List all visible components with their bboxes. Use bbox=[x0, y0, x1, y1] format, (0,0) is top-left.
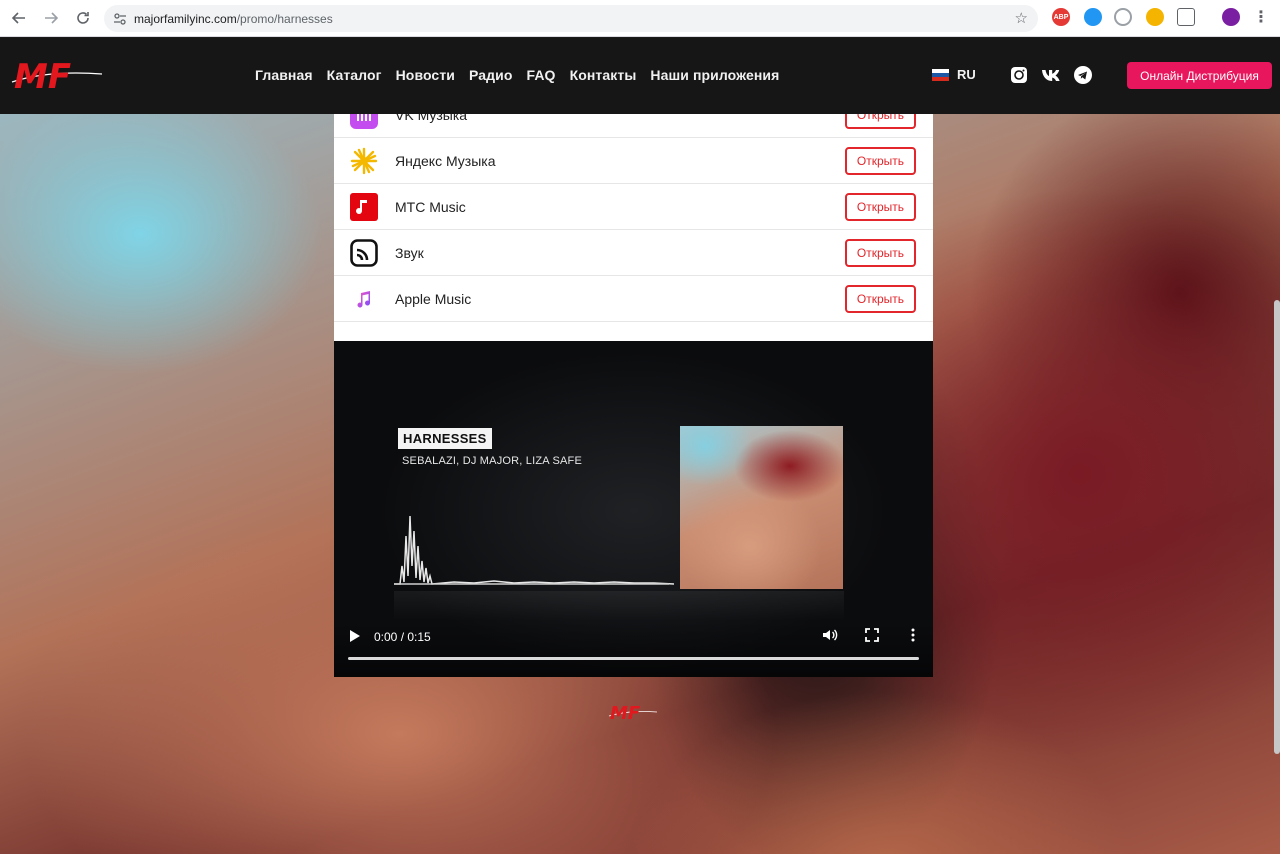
url-text[interactable]: majorfamilyinc.com/promo/harnesses bbox=[134, 12, 333, 26]
nav-apps[interactable]: Наши приложения bbox=[650, 67, 779, 83]
profile-avatar[interactable] bbox=[1222, 8, 1240, 26]
service-name: Звук bbox=[395, 245, 424, 261]
service-name: Яндекс Музыка bbox=[395, 153, 496, 169]
reflection bbox=[394, 591, 844, 621]
video-time: 0:00 / 0:15 bbox=[374, 630, 431, 644]
list-item: МТС Music Открыть bbox=[334, 184, 933, 230]
list-item: Звук Открыть bbox=[334, 230, 933, 276]
video-controls: 0:00 / 0:15 bbox=[334, 621, 933, 677]
audio-waveform bbox=[394, 515, 674, 585]
list-item: VK Музыка Открыть bbox=[334, 114, 933, 138]
zvuk-icon bbox=[350, 239, 378, 267]
vk-music-icon bbox=[350, 114, 378, 129]
vk-icon[interactable] bbox=[1041, 66, 1063, 84]
arrow-right-icon bbox=[45, 12, 58, 24]
forward-button[interactable] bbox=[38, 5, 64, 31]
bookmark-star-icon[interactable]: ☆ bbox=[1015, 9, 1028, 27]
list-item: Apple Music Открыть bbox=[334, 276, 933, 322]
russia-flag-icon bbox=[932, 68, 949, 81]
list-item: Яндекс Музыка Открыть bbox=[334, 138, 933, 184]
adblock-extension-icon[interactable]: ABP bbox=[1052, 8, 1070, 26]
footer-logo-text: MF bbox=[610, 703, 641, 724]
notification-extension-icon[interactable] bbox=[1146, 8, 1164, 26]
browser-menu-icon[interactable]: ⋮ bbox=[1252, 8, 1270, 26]
adblock-label: ABP bbox=[1053, 13, 1069, 21]
browser-toolbar: majorfamilyinc.com/promo/harnesses ☆ ABP… bbox=[0, 0, 1280, 37]
globe-extension-icon[interactable] bbox=[1114, 8, 1132, 26]
url-domain: majorfamilyinc.com bbox=[134, 11, 237, 26]
language-label: RU bbox=[957, 67, 976, 82]
nav-radio[interactable]: Радио bbox=[469, 67, 512, 83]
extension-icon[interactable] bbox=[1084, 8, 1102, 26]
reload-icon bbox=[77, 12, 89, 24]
page-scrollbar[interactable] bbox=[1274, 300, 1280, 754]
track-artists: SEBALAZI, DJ MAJOR, LIZA SAFE bbox=[402, 455, 583, 467]
open-apple-music-button[interactable]: Открыть bbox=[845, 285, 916, 313]
service-name: Apple Music bbox=[395, 291, 472, 307]
instagram-icon[interactable] bbox=[1010, 66, 1028, 84]
reload-button[interactable] bbox=[70, 5, 96, 31]
open-mts-music-button[interactable]: Открыть bbox=[845, 193, 916, 221]
url-path: /promo/harnesses bbox=[236, 11, 333, 26]
language-selector[interactable]: RU bbox=[932, 67, 976, 82]
site-header: MF Главная Каталог Новости Радио FAQ Кон… bbox=[0, 38, 1280, 114]
track-cover-art bbox=[680, 426, 843, 589]
nav-home[interactable]: Главная bbox=[255, 67, 313, 83]
service-name: VK Музыка bbox=[395, 114, 468, 123]
yandex-music-icon bbox=[350, 147, 378, 175]
telegram-icon[interactable] bbox=[1074, 66, 1092, 84]
footer-mf-logo[interactable]: MF bbox=[607, 700, 659, 724]
video-progress-bar[interactable] bbox=[348, 657, 919, 660]
arrow-left-icon bbox=[12, 12, 25, 24]
site-info-icon[interactable] bbox=[108, 7, 132, 31]
fullscreen-icon[interactable] bbox=[865, 628, 879, 642]
nav-news[interactable]: Новости bbox=[396, 67, 455, 83]
streaming-services-list: VK Музыка Открыть Яндекс Музыка Открыть … bbox=[334, 114, 933, 341]
play-icon[interactable] bbox=[348, 628, 362, 644]
open-vk-music-button[interactable]: Открыть bbox=[845, 114, 916, 129]
nav-catalog[interactable]: Каталог bbox=[327, 67, 382, 83]
service-name: МТС Music bbox=[395, 199, 466, 215]
main-navigation: Главная Каталог Новости Радио FAQ Контак… bbox=[255, 67, 779, 83]
open-yandex-music-button[interactable]: Открыть bbox=[845, 147, 916, 175]
apple-music-icon bbox=[357, 291, 370, 308]
more-options-icon[interactable] bbox=[906, 627, 920, 643]
mf-logo[interactable]: MF bbox=[8, 52, 104, 96]
mts-music-icon bbox=[350, 193, 378, 221]
open-zvuk-button[interactable]: Открыть bbox=[845, 239, 916, 267]
address-bar[interactable]: majorfamilyinc.com/promo/harnesses ☆ bbox=[104, 5, 1038, 32]
logo-text: MF bbox=[14, 57, 71, 96]
volume-icon[interactable] bbox=[822, 627, 838, 643]
promo-video-player[interactable]: HARNESSES SEBALAZI, DJ MAJOR, LIZA SAFE … bbox=[334, 341, 933, 677]
puzzle-extensions-icon[interactable] bbox=[1177, 8, 1195, 26]
nav-contacts[interactable]: Контакты bbox=[570, 67, 637, 83]
nav-faq[interactable]: FAQ bbox=[526, 67, 555, 83]
back-button[interactable] bbox=[6, 5, 32, 31]
track-title: HARNESSES bbox=[398, 428, 492, 449]
online-distribution-button[interactable]: Онлайн Дистрибуция bbox=[1127, 62, 1272, 89]
